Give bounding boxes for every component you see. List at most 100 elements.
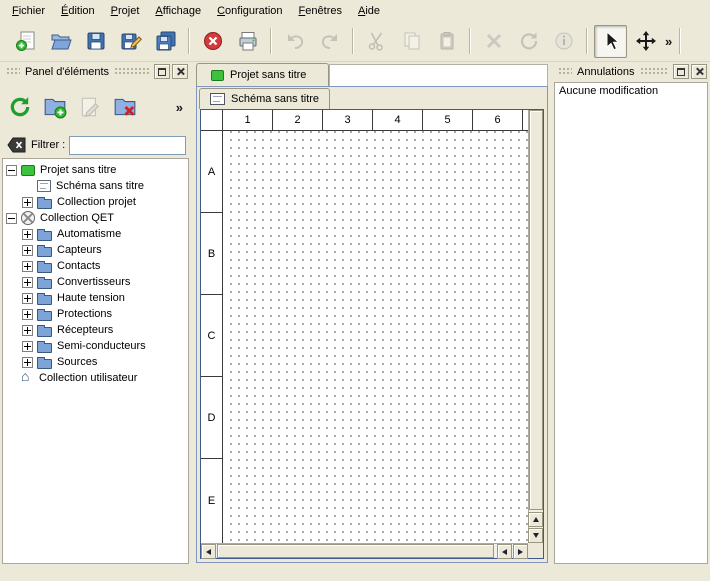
new-document-button[interactable]	[9, 25, 42, 58]
expand-expander-icon[interactable]	[22, 325, 33, 336]
undo-list-item[interactable]: Aucune modification	[555, 83, 707, 99]
panel-toolbar-overflow-button[interactable]: »	[174, 100, 185, 115]
new-element-button[interactable]	[41, 93, 69, 121]
tree-item-capteurs[interactable]: Capteurs	[3, 242, 188, 258]
expand-expander-icon[interactable]	[22, 245, 33, 256]
tree-item-semi-conducteurs[interactable]: Semi-conducteurs	[3, 338, 188, 354]
collapse-expander-icon[interactable]	[6, 213, 17, 224]
folder-icon	[37, 359, 52, 369]
clear-filter-button[interactable]	[5, 134, 27, 156]
delete-button[interactable]	[477, 25, 510, 58]
menu-fenetres[interactable]: Fenêtres	[291, 3, 350, 19]
undo-icon	[285, 31, 305, 51]
reload-icon	[8, 95, 32, 119]
tree-item-collection-qet[interactable]: Collection QET	[3, 210, 188, 226]
menu-configuration[interactable]: Configuration	[209, 3, 290, 19]
about-qet-button[interactable]	[704, 25, 710, 58]
dock-grip[interactable]	[6, 67, 20, 76]
close-panel-button[interactable]	[172, 64, 188, 79]
tab-projet-sans-titre[interactable]: Projet sans titre	[196, 63, 329, 86]
pointer-tool-button[interactable]	[594, 25, 627, 58]
menu-projet[interactable]: Projet	[103, 3, 148, 19]
menu-edition[interactable]: Édition	[53, 3, 103, 19]
diagram-grid-canvas[interactable]	[224, 131, 528, 543]
tree-item-recepteurs[interactable]: Récepteurs	[3, 322, 188, 338]
menu-fichier[interactable]: Fichier	[4, 3, 53, 19]
toolbar-separator	[188, 28, 190, 54]
scroll-left-button[interactable]	[201, 544, 216, 559]
save-button[interactable]	[79, 25, 112, 58]
dock-grip[interactable]	[558, 67, 572, 76]
tree-item-collection-projet[interactable]: Collection projet	[3, 194, 188, 210]
toolbar-overflow-button[interactable]: »	[663, 34, 674, 49]
paste-button[interactable]	[430, 25, 463, 58]
dock-grip[interactable]	[114, 67, 149, 76]
dock-grip[interactable]	[640, 67, 669, 76]
scroll-down-button[interactable]	[528, 528, 543, 543]
print-button[interactable]	[231, 25, 264, 58]
save-as-button[interactable]	[114, 25, 147, 58]
expand-expander-icon[interactable]	[22, 261, 33, 272]
tree-item-schema[interactable]: Schéma sans titre	[3, 178, 188, 194]
column-header: 1	[223, 110, 273, 130]
save-as-icon	[120, 30, 142, 52]
expand-expander-icon[interactable]	[22, 277, 33, 288]
horizontal-scrollbar-thumb[interactable]	[217, 544, 494, 558]
edit-element-button[interactable]	[76, 93, 104, 121]
folder-icon	[37, 231, 52, 241]
scroll-right-button[interactable]	[513, 544, 528, 559]
row-header: D	[201, 377, 222, 459]
toolbar-separator	[586, 28, 588, 54]
print-icon	[237, 30, 259, 52]
save-all-button[interactable]	[149, 25, 182, 58]
expand-expander-icon[interactable]	[22, 357, 33, 368]
tree-item-project[interactable]: Projet sans titre	[3, 162, 188, 178]
elements-panel-header[interactable]: Panel d'éléments	[2, 62, 189, 82]
close-document-button[interactable]	[196, 25, 229, 58]
expand-expander-icon[interactable]	[22, 229, 33, 240]
float-panel-button[interactable]	[673, 64, 689, 79]
vertical-scrollbar[interactable]	[528, 110, 543, 543]
tree-item-collection-utilisateur[interactable]: Collection utilisateur	[3, 370, 188, 386]
down-arrow-icon	[533, 533, 539, 538]
move-tool-button[interactable]	[629, 25, 662, 58]
filter-input[interactable]	[69, 136, 186, 155]
close-panel-button[interactable]	[691, 64, 707, 79]
redo-button[interactable]	[313, 25, 346, 58]
tree-item-contacts[interactable]: Contacts	[3, 258, 188, 274]
delete-element-button[interactable]	[111, 93, 139, 121]
menu-affichage[interactable]: Affichage	[147, 3, 209, 19]
row-header: E	[201, 459, 222, 543]
toolbar-separator	[469, 28, 471, 54]
project-tabbar: Projet sans titre	[196, 62, 548, 86]
expand-expander-icon[interactable]	[22, 293, 33, 304]
undo-button[interactable]	[278, 25, 311, 58]
horizontal-scrollbar[interactable]	[201, 543, 528, 558]
float-icon	[677, 68, 685, 76]
scroll-left-button-2[interactable]	[497, 544, 512, 559]
menu-aide[interactable]: Aide	[350, 3, 388, 19]
expand-expander-icon[interactable]	[22, 341, 33, 352]
open-document-button[interactable]	[44, 25, 77, 58]
vertical-scrollbar-thumb[interactable]	[529, 110, 543, 510]
collapse-expander-icon[interactable]	[6, 165, 17, 176]
delete-element-icon	[113, 95, 137, 119]
diagram-info-button[interactable]	[547, 25, 580, 58]
expand-expander-icon[interactable]	[22, 309, 33, 320]
tree-item-sources[interactable]: Sources	[3, 354, 188, 370]
tab-schema-sans-titre[interactable]: Schéma sans titre	[199, 88, 330, 109]
diagram-view: 1 2 3 4 5 6 A B C D E	[200, 109, 544, 559]
copy-button[interactable]	[395, 25, 428, 58]
float-panel-button[interactable]	[154, 64, 170, 79]
undo-panel-header[interactable]: Annulations	[554, 62, 708, 82]
tree-item-automatisme[interactable]: Automatisme	[3, 226, 188, 242]
tree-item-protections[interactable]: Protections	[3, 306, 188, 322]
scrollbar-corner	[528, 543, 543, 558]
cut-button[interactable]	[360, 25, 393, 58]
rotate-button[interactable]	[512, 25, 545, 58]
expand-expander-icon[interactable]	[22, 197, 33, 208]
tree-item-haute-tension[interactable]: Haute tension	[3, 290, 188, 306]
reload-collections-button[interactable]	[6, 93, 34, 121]
scroll-up-button[interactable]	[528, 512, 543, 527]
tree-item-convertisseurs[interactable]: Convertisseurs	[3, 274, 188, 290]
